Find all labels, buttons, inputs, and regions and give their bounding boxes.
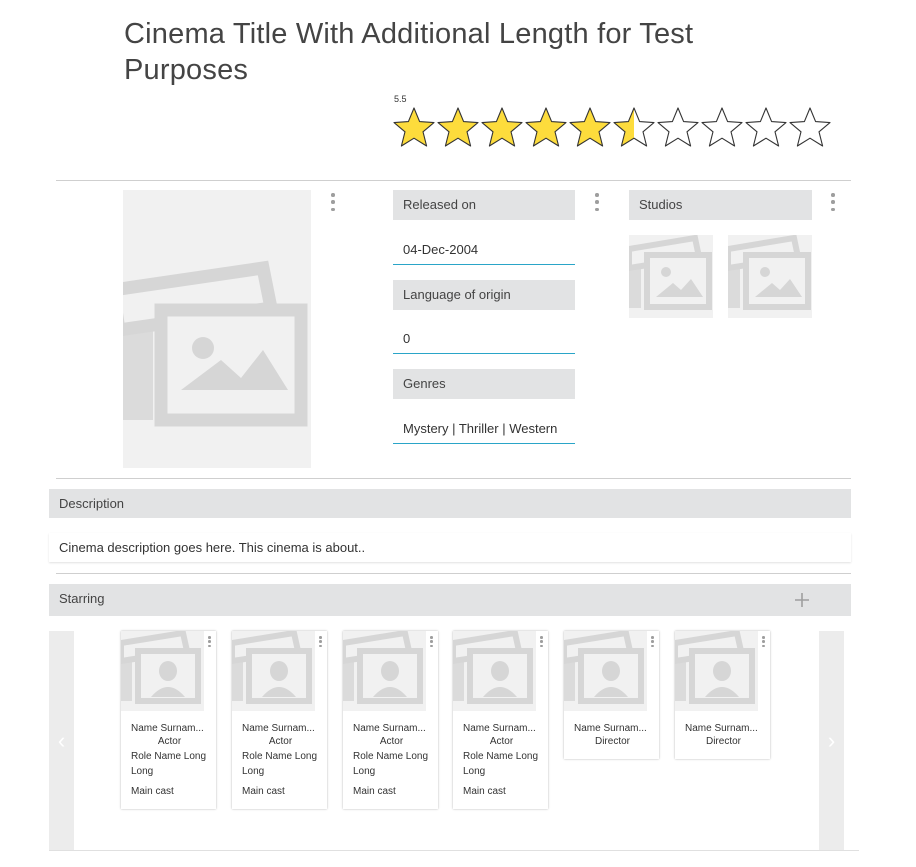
chevron-right-icon: › bbox=[827, 728, 836, 753]
divider bbox=[56, 573, 851, 574]
card-menu-button[interactable] bbox=[651, 636, 655, 647]
cast-role: Role Name Long Long bbox=[131, 751, 207, 777]
cast-type: Actor bbox=[268, 736, 293, 747]
studio-logo[interactable] bbox=[629, 235, 713, 318]
star-icon[interactable] bbox=[524, 106, 568, 148]
starring-header: Starring bbox=[49, 584, 851, 616]
released-field[interactable]: 04-Dec-2004 bbox=[393, 237, 575, 265]
person-placeholder-icon bbox=[232, 631, 312, 704]
image-placeholder-icon bbox=[629, 235, 712, 310]
person-placeholder-icon bbox=[675, 631, 755, 704]
cast-card[interactable]: Name Surnam... Actor Role Name Long Long Ma… bbox=[343, 631, 438, 809]
star-icon[interactable] bbox=[700, 106, 744, 148]
cast-card[interactable]: Name Surnam... Director bbox=[675, 631, 770, 759]
cast-card-body: Name Surnam... Actor Role Name Long Long Ma… bbox=[232, 711, 327, 809]
page-title: Cinema Title With Additional Length for … bbox=[124, 18, 694, 86]
released-label: Released on bbox=[393, 190, 575, 220]
person-placeholder-icon bbox=[343, 631, 423, 704]
cast-role: Role Name Long Long bbox=[353, 751, 429, 777]
carousel-prev-button[interactable]: ‹ bbox=[49, 631, 74, 851]
avatar bbox=[343, 631, 426, 711]
cast-card-body: Name Surnam... Director bbox=[564, 711, 659, 759]
divider bbox=[56, 180, 851, 181]
star-icon[interactable] bbox=[392, 106, 436, 148]
rating-value: 5.5 bbox=[394, 94, 407, 104]
avatar bbox=[232, 631, 315, 711]
cast-billing: Main cast bbox=[463, 786, 506, 797]
star-icon[interactable] bbox=[568, 106, 612, 148]
cast-type: Director bbox=[705, 736, 741, 747]
divider bbox=[56, 478, 851, 479]
genres-field[interactable]: Mystery | Thriller | Western bbox=[393, 416, 575, 444]
language-label: Language of origin bbox=[393, 280, 575, 310]
poster-image bbox=[123, 190, 311, 468]
star-icon[interactable] bbox=[436, 106, 480, 148]
star-icon[interactable] bbox=[788, 106, 832, 148]
cast-card[interactable]: Name Surnam... Actor Role Name Long Long Ma… bbox=[453, 631, 548, 809]
cast-type: Actor bbox=[157, 736, 182, 747]
cast-billing: Main cast bbox=[353, 786, 396, 797]
star-icon[interactable] bbox=[480, 106, 524, 148]
poster-menu-button[interactable] bbox=[329, 193, 337, 211]
person-placeholder-icon bbox=[564, 631, 644, 704]
description-header: Description bbox=[49, 489, 851, 518]
star-icon[interactable] bbox=[612, 106, 656, 148]
cast-billing: Main cast bbox=[131, 786, 174, 797]
cast-type: Actor bbox=[489, 736, 514, 747]
cast-type: Actor bbox=[379, 736, 404, 747]
divider bbox=[49, 850, 859, 851]
cast-card-body: Name Surnam... Actor Role Name Long Long Ma… bbox=[453, 711, 548, 809]
studio-logo[interactable] bbox=[728, 235, 812, 318]
studios-menu-button[interactable] bbox=[829, 193, 837, 211]
card-menu-button[interactable] bbox=[430, 636, 434, 647]
cast-billing: Main cast bbox=[242, 786, 285, 797]
card-menu-button[interactable] bbox=[208, 636, 212, 647]
cast-card[interactable]: Name Surnam... Actor Role Name Long Long Ma… bbox=[121, 631, 216, 809]
avatar bbox=[453, 631, 536, 711]
person-placeholder-icon bbox=[121, 631, 201, 704]
cast-card-body: Name Surnam... Actor Role Name Long Long Ma… bbox=[121, 711, 216, 809]
avatar bbox=[564, 631, 647, 711]
card-menu-button[interactable] bbox=[762, 636, 766, 647]
person-placeholder-icon bbox=[453, 631, 533, 704]
carousel-next-button[interactable]: › bbox=[819, 631, 844, 851]
avatar bbox=[121, 631, 204, 711]
description-text: Cinema description goes here. This cinem… bbox=[49, 533, 851, 562]
plus-icon[interactable] bbox=[793, 591, 811, 609]
cast-type: Director bbox=[594, 736, 630, 747]
avatar bbox=[675, 631, 758, 711]
cast-card-body: Name Surnam... Director bbox=[675, 711, 770, 759]
image-placeholder-icon bbox=[728, 235, 811, 310]
card-menu-button[interactable] bbox=[540, 636, 544, 647]
cast-card[interactable]: Name Surnam... Actor Role Name Long Long Ma… bbox=[232, 631, 327, 809]
star-icon[interactable] bbox=[744, 106, 788, 148]
cast-card-body: Name Surnam... Actor Role Name Long Long Ma… bbox=[343, 711, 438, 809]
cast-role: Role Name Long Long bbox=[242, 751, 318, 777]
card-menu-button[interactable] bbox=[319, 636, 323, 647]
language-field[interactable]: 0 bbox=[393, 326, 575, 354]
details-menu-button[interactable] bbox=[593, 193, 601, 211]
star-rating[interactable] bbox=[392, 106, 832, 148]
cast-role: Role Name Long Long bbox=[463, 751, 539, 777]
genres-label: Genres bbox=[393, 369, 575, 399]
image-placeholder-icon bbox=[123, 260, 308, 427]
cast-card[interactable]: Name Surnam... Director bbox=[564, 631, 659, 759]
studios-label: Studios bbox=[629, 190, 812, 220]
star-icon[interactable] bbox=[656, 106, 700, 148]
chevron-left-icon: ‹ bbox=[57, 728, 66, 753]
